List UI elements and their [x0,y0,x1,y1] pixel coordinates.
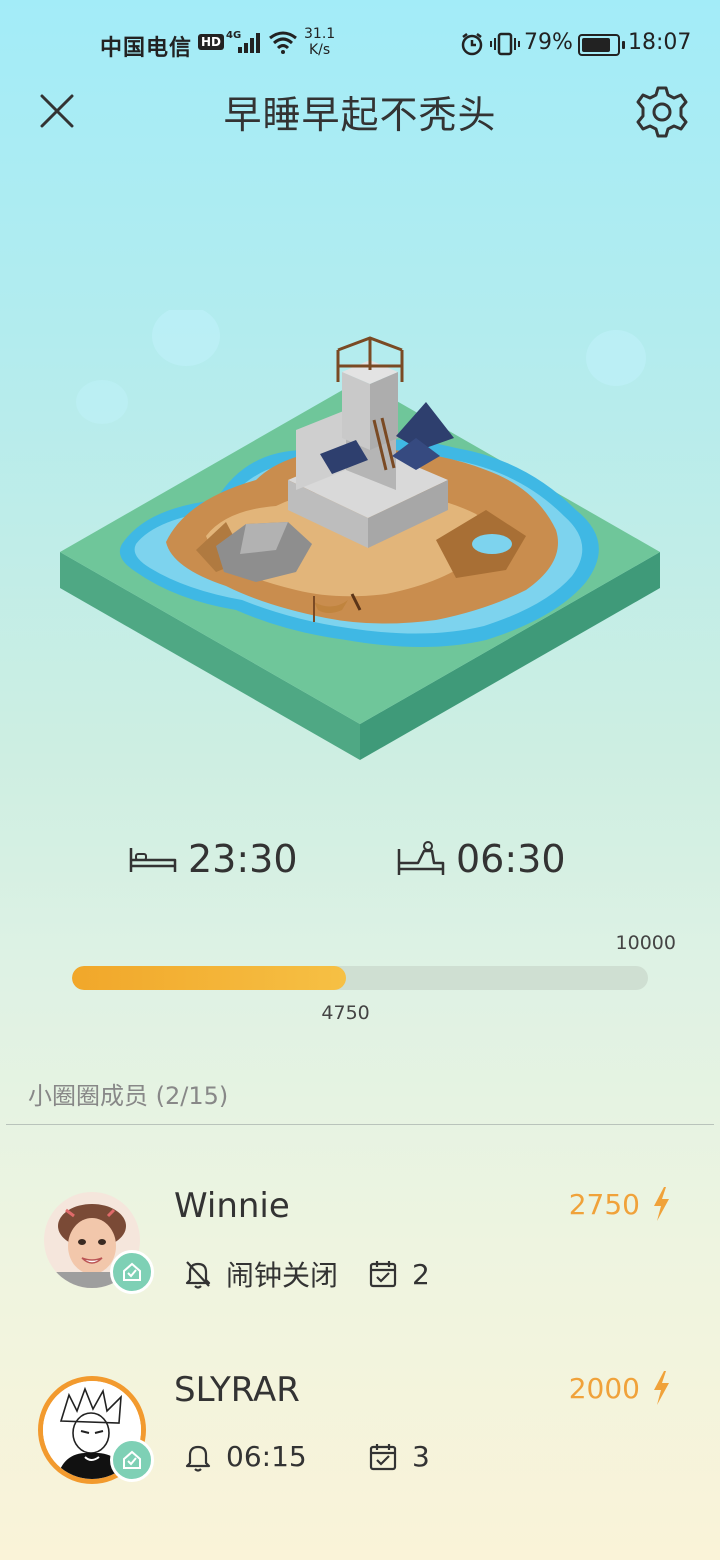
progress-bar [72,966,648,990]
battery-percent: 79% [524,30,573,55]
speed-value: 31.1 [304,26,336,42]
verified-badge [110,1438,154,1482]
close-icon [40,94,74,128]
member-score-value: 2000 [568,1371,640,1405]
verified-icon [123,1262,141,1281]
calendar-check-icon [368,1442,398,1472]
status-bar: 中国电信 HD 4G 31.1 K/s 79% 18:07 [0,0,720,88]
hd-badge: HD [198,34,225,50]
bolt-icon [654,1371,669,1405]
settings-button[interactable] [634,84,690,140]
member-score: 2000 [569,1370,672,1406]
verified-icon [123,1450,141,1469]
bell-off-icon [184,1259,212,1289]
wake-up-icon [397,841,445,875]
page-title: 早睡早起不秃头 [223,93,497,137]
wake-time-value: 06:30 [456,837,566,881]
wake-time: 06:30 [396,832,566,886]
carrier-name: 中国电信 [100,36,193,61]
gear-icon [636,86,688,138]
progress-fill [72,966,346,990]
close-button[interactable] [32,86,82,136]
member-checkins-value: 3 [412,1440,430,1473]
member-name: Winnie [174,1186,290,1226]
bell-icon [184,1442,212,1472]
member-checkins-value: 2 [412,1257,430,1291]
member-alarm-time: 06:15 [226,1440,307,1473]
signal-icon [238,33,260,53]
network-speed: 31.1 K/s [304,26,335,58]
verified-badge [110,1250,154,1294]
member-item-slyrar[interactable]: SLYRAR 2000 06:15 3 [0,1370,720,1516]
bolt-icon [654,1187,669,1221]
member-score: 2750 [569,1186,672,1222]
speed-unit: K/s [308,42,331,58]
member-status-row: 闹钟关闭 2 [184,1254,430,1294]
member-score-value: 2750 [568,1187,640,1221]
clock-time: 18:07 [628,30,692,55]
wifi-icon [269,31,297,54]
island-illustration [60,310,660,760]
member-checkins: 2 [368,1258,430,1291]
member-alarm-text: 闹钟关闭 [226,1259,339,1292]
progress-goal: 10000 [615,932,676,954]
member-checkins: 3 [368,1440,430,1473]
sleep-time: 23:30 [128,832,298,886]
alarm-clock-icon [461,33,483,56]
calendar-check-icon [368,1259,398,1289]
battery-icon [578,34,625,56]
vibrate-icon [490,32,520,56]
member-status-row: 06:15 3 [184,1440,430,1473]
bed-icon [129,848,177,872]
progress-current: 4750 [321,1002,370,1024]
divider [6,1124,714,1125]
member-item-winnie[interactable]: Winnie 2750 闹钟关闭 2 [0,1186,720,1332]
sleep-time-value: 23:30 [188,837,298,881]
member-name: SLYRAR [174,1370,300,1410]
members-section-title: 小圈圈成员 (2/15) [28,1082,229,1110]
